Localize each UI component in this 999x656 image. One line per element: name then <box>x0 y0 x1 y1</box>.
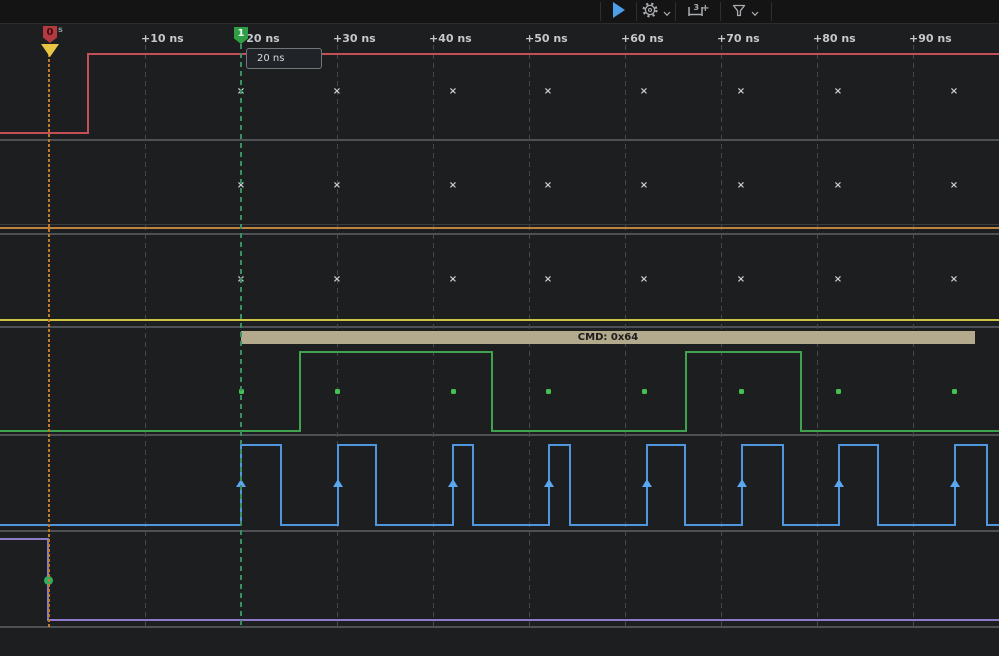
wave-blue-segment <box>376 524 453 526</box>
cursor-line <box>48 44 50 627</box>
waveform-viewer: 3 + +10 ns +20 ns +30 ns +40 ns +50 ns +60 ns… <box>0 0 999 656</box>
wave-green-edge <box>685 351 687 432</box>
time-tooltip: 20 ns <box>246 48 322 69</box>
row-separator <box>0 233 999 235</box>
wave-green-segment <box>492 430 686 432</box>
wave-blue-segment <box>647 444 685 446</box>
event-x-icon: × <box>639 274 649 285</box>
wave-blue-edge <box>375 444 377 526</box>
wave-green-segment <box>300 351 492 353</box>
marker1-badge[interactable]: 1 <box>234 27 248 44</box>
wave-blue-segment <box>955 444 987 446</box>
wave-blue-edge <box>877 444 879 526</box>
row-separator <box>0 530 999 532</box>
event-dot-icon <box>546 389 551 394</box>
event-x-icon: × <box>543 274 553 285</box>
event-triangle-icon <box>834 479 844 487</box>
event-dot-icon <box>642 389 647 394</box>
cursor-unit-label: s <box>58 25 63 34</box>
event-dot-icon <box>451 389 456 394</box>
row-separator <box>0 224 999 225</box>
wave-orange-segment <box>0 227 999 229</box>
wave-blue-segment <box>878 524 955 526</box>
wave-yellow-segment <box>0 319 999 321</box>
wave-blue-edge <box>986 444 988 526</box>
wave-blue-segment <box>549 444 570 446</box>
wave-green-edge <box>299 351 301 432</box>
wave-blue-segment <box>742 444 783 446</box>
row-separator <box>0 326 999 328</box>
wave-purple-segment <box>0 538 48 540</box>
event-x-icon: × <box>833 180 843 191</box>
wave-red-edge <box>87 53 89 134</box>
marker1-line <box>240 44 242 627</box>
event-x-icon: × <box>833 86 843 97</box>
wave-red-segment <box>0 132 88 134</box>
cursor-marker-badge[interactable]: 0 <box>43 26 57 43</box>
event-dot-icon <box>952 389 957 394</box>
event-x-icon: × <box>639 86 649 97</box>
wave-blue-edge <box>569 444 571 526</box>
event-x-icon: × <box>736 86 746 97</box>
event-dot-icon <box>335 389 340 394</box>
wave-blue-edge <box>472 444 474 526</box>
wave-green-edge <box>491 351 493 432</box>
event-triangle-icon <box>737 479 747 487</box>
wave-blue-segment <box>685 524 742 526</box>
row-separator <box>0 434 999 436</box>
event-x-icon: × <box>833 274 843 285</box>
time-gridline <box>145 45 146 627</box>
wave-blue-segment <box>987 524 999 526</box>
event-dot-icon <box>739 389 744 394</box>
wave-blue-segment <box>839 444 878 446</box>
event-x-icon: × <box>543 86 553 97</box>
event-x-icon: × <box>448 274 458 285</box>
bus-cmd: CMD: 0x64 <box>241 331 975 344</box>
event-x-icon: × <box>736 180 746 191</box>
event-x-icon: × <box>736 274 746 285</box>
wave-blue-segment <box>338 444 376 446</box>
event-x-icon: × <box>949 86 959 97</box>
wave-green-edge <box>800 351 802 432</box>
event-x-icon: × <box>949 274 959 285</box>
event-triangle-icon <box>642 479 652 487</box>
row-separator <box>0 626 999 628</box>
row-separator <box>0 139 999 141</box>
event-x-icon: × <box>448 86 458 97</box>
wave-blue-segment <box>241 444 281 446</box>
event-x-icon: × <box>332 274 342 285</box>
event-x-icon: × <box>332 86 342 97</box>
event-x-icon: × <box>332 180 342 191</box>
wave-green-segment <box>686 351 801 353</box>
event-triangle-icon <box>333 479 343 487</box>
event-x-icon: × <box>448 180 458 191</box>
event-triangle-icon <box>544 479 554 487</box>
wave-blue-segment <box>473 524 549 526</box>
wave-red-segment <box>88 53 999 55</box>
wave-green-segment <box>801 430 999 432</box>
wave-blue-segment <box>570 524 647 526</box>
wave-blue-edge <box>782 444 784 526</box>
wave-blue-segment <box>783 524 839 526</box>
cursor-head-icon[interactable] <box>41 44 59 57</box>
wave-canvas[interactable]: ××××××××××××××××××××××××CMD: 0x640s120 n… <box>0 0 999 656</box>
event-triangle-icon <box>950 479 960 487</box>
wave-blue-segment <box>453 444 473 446</box>
event-x-icon: × <box>543 180 553 191</box>
wave-green-segment <box>0 430 300 432</box>
event-x-icon: × <box>949 180 959 191</box>
wave-purple-segment <box>48 619 999 621</box>
wave-blue-segment <box>0 524 241 526</box>
wave-blue-segment <box>281 524 338 526</box>
wave-blue-edge <box>280 444 282 526</box>
event-x-icon: × <box>639 180 649 191</box>
event-dot-icon <box>836 389 841 394</box>
wave-blue-edge <box>684 444 686 526</box>
event-triangle-icon <box>448 479 458 487</box>
